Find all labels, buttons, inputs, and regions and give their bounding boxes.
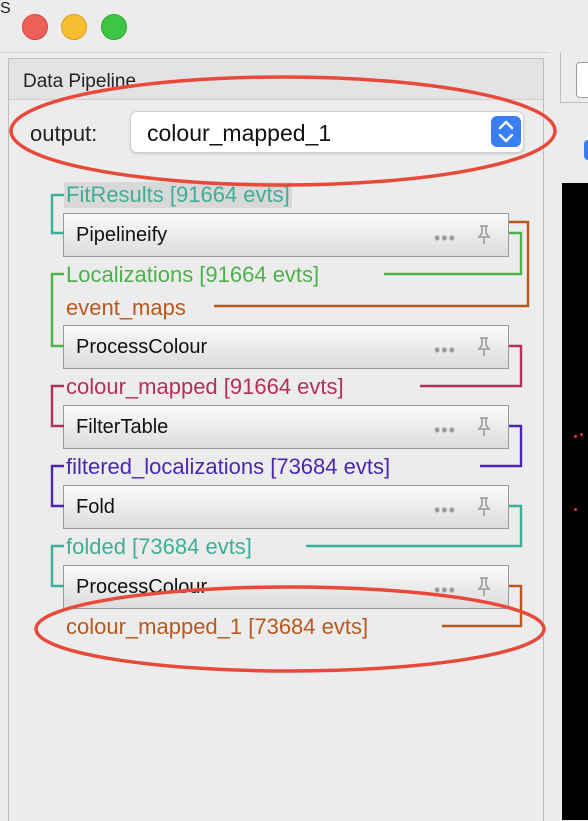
datasource-colour-mapped[interactable]: colour_mapped [91664 evts]	[64, 374, 346, 400]
title-edge-text: S	[0, 0, 11, 17]
more-icon[interactable]: •••	[434, 500, 456, 521]
module-name: ProcessColour	[76, 336, 208, 358]
module-name: Pipelineify	[76, 224, 168, 246]
datasource-filtered-localizations[interactable]: filtered_localizations [73684 evts]	[64, 454, 392, 480]
more-icon[interactable]: •••	[434, 580, 456, 601]
datasource-event-maps[interactable]: event_maps	[64, 295, 188, 321]
right-tab[interactable]	[576, 62, 588, 98]
datasource-localizations[interactable]: Localizations [91664 evts]	[64, 262, 321, 288]
window-titlebar: S	[0, 0, 588, 53]
datasource-fitresults[interactable]: FitResults [91664 evts]	[64, 182, 292, 208]
pin-icon[interactable]	[474, 496, 494, 518]
module-processcolour[interactable]: ProcessColour •••	[63, 325, 509, 369]
more-icon[interactable]: •••	[434, 420, 456, 441]
module-pipelineify[interactable]: Pipelineify •••	[63, 213, 509, 257]
output-select[interactable]: colour_mapped_1	[130, 111, 524, 153]
module-name: ProcessColour	[76, 576, 208, 598]
module-name: Fold	[76, 496, 115, 518]
canvas-point	[574, 435, 577, 438]
module-fold[interactable]: Fold •••	[63, 485, 509, 529]
module-filtertable[interactable]: FilterTable •••	[63, 405, 509, 449]
right-control-indicator[interactable]	[584, 140, 588, 160]
output-label: output:	[30, 121, 98, 146]
datasource-folded[interactable]: folded [73684 evts]	[64, 534, 254, 560]
output-select-value: colour_mapped_1	[147, 120, 332, 146]
datasource-colour-mapped-1[interactable]: colour_mapped_1 [73684 evts]	[64, 614, 370, 640]
panel-header: Data Pipeline	[9, 59, 543, 100]
pin-icon[interactable]	[474, 416, 494, 438]
module-name: FilterTable	[76, 416, 169, 438]
more-icon[interactable]: •••	[434, 228, 456, 249]
more-icon[interactable]: •••	[434, 340, 456, 361]
pin-icon[interactable]	[474, 224, 494, 246]
canvas-point	[580, 433, 583, 436]
close-window-button[interactable]	[22, 14, 48, 40]
pin-icon[interactable]	[474, 336, 494, 358]
maximize-window-button[interactable]	[101, 14, 127, 40]
pin-icon[interactable]	[474, 576, 494, 598]
minimize-window-button[interactable]	[61, 14, 87, 40]
panel-title: Data Pipeline	[23, 71, 137, 92]
module-processcolour-2[interactable]: ProcessColour •••	[63, 565, 509, 609]
canvas-point	[574, 508, 577, 511]
select-arrows-icon	[491, 116, 521, 147]
display-canvas[interactable]	[562, 183, 588, 820]
